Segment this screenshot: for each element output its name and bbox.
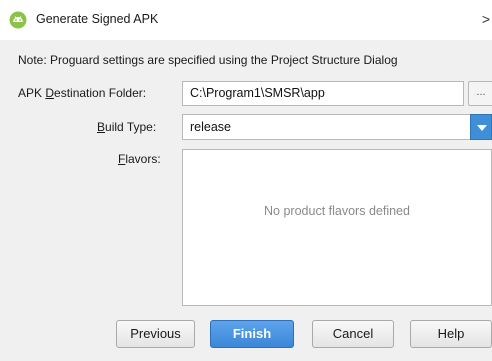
build-type-value: release bbox=[190, 120, 231, 134]
build-type-label: Build Type: bbox=[97, 120, 157, 134]
flavors-label: Flavors: bbox=[118, 152, 161, 166]
cancel-button[interactable]: Cancel bbox=[312, 320, 394, 348]
help-button[interactable]: Help bbox=[410, 320, 492, 348]
window-title: Generate Signed APK bbox=[36, 12, 159, 26]
destination-folder-input[interactable]: C:\Program1\SMSR\app bbox=[182, 81, 464, 106]
flavors-list[interactable]: No product flavors defined bbox=[182, 149, 492, 306]
chevron-down-icon[interactable] bbox=[470, 114, 492, 140]
build-type-select[interactable]: release bbox=[182, 114, 492, 140]
destination-folder-label: APK Destination Folder: bbox=[18, 86, 147, 100]
close-icon[interactable]: > bbox=[482, 10, 490, 28]
flavors-empty-message: No product flavors defined bbox=[264, 204, 410, 218]
android-icon bbox=[9, 11, 27, 29]
proguard-note: Note: Proguard settings are specified us… bbox=[18, 53, 398, 67]
previous-button[interactable]: Previous bbox=[116, 320, 195, 348]
title-bar: Generate Signed APK > bbox=[0, 0, 492, 40]
generate-signed-apk-dialog: Generate Signed APK > Note: Proguard set… bbox=[0, 0, 492, 361]
finish-button[interactable]: Finish bbox=[210, 320, 294, 348]
browse-button[interactable]: ... bbox=[468, 81, 492, 106]
